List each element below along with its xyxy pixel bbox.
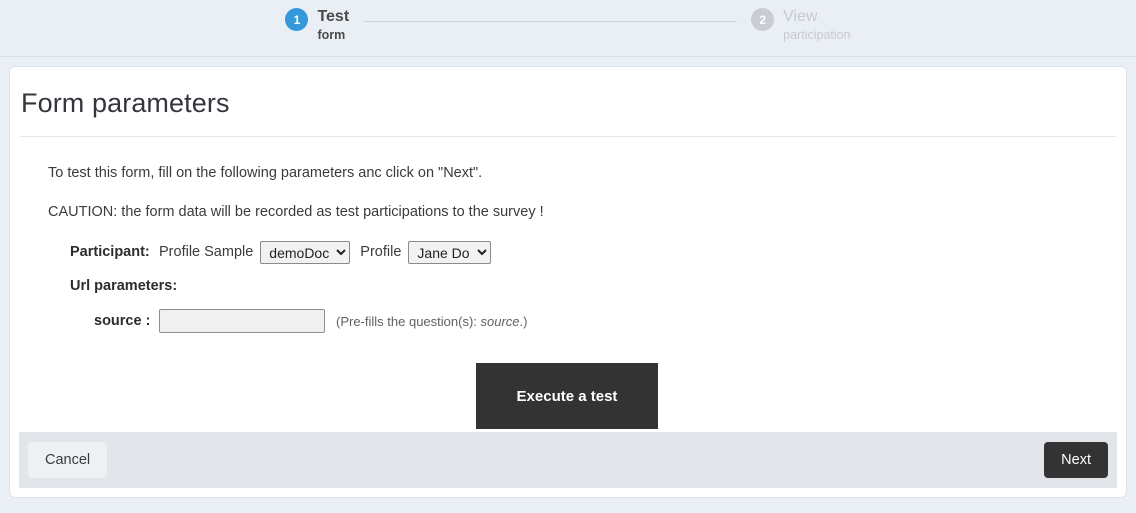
page-title: Form parameters <box>21 88 230 118</box>
execute-button-wrap: Execute a test <box>48 363 1126 429</box>
step-number-badge-1: 1 <box>285 8 309 31</box>
intro-text-caution: CAUTION: the form data will be recorded … <box>48 204 544 220</box>
step-subtitle-2: participation <box>783 28 851 42</box>
cancel-button[interactable]: Cancel <box>28 442 108 478</box>
card-footer: Cancel Next <box>19 432 1117 488</box>
step-subtitle-1: form <box>317 28 346 42</box>
stepper-header: 1 Test form 2 View participation <box>0 0 1136 57</box>
source-input[interactable] <box>159 309 325 333</box>
step-number-badge-2: 2 <box>751 8 775 31</box>
step-item-view[interactable]: 2 View participation <box>751 0 851 44</box>
execute-test-button[interactable]: Execute a test <box>476 363 658 429</box>
profile-select[interactable]: Jane Doe <box>408 240 492 264</box>
profile-sample-label: Profile Sample <box>159 244 254 260</box>
source-label: source : <box>94 313 151 329</box>
url-parameters-label: Url parameters: <box>70 278 178 294</box>
profile-sample-select[interactable]: demoDoc <box>260 240 351 264</box>
stepper: 1 Test form 2 View participation <box>0 0 1136 56</box>
source-hint-prefix: (Pre-fills the question(s): <box>336 313 481 329</box>
stepper-connector-line <box>363 21 738 22</box>
card-body: To test this form, fill on the following… <box>10 137 1126 429</box>
participant-row: Participant: Profile Sample demoDoc Prof… <box>48 239 1126 265</box>
next-button[interactable]: Next <box>1044 442 1108 478</box>
step-label-group-1: Test form <box>317 7 349 44</box>
form-parameters-card: Form parameters To test this form, fill … <box>9 66 1127 498</box>
parameters-form: Participant: Profile Sample demoDoc Prof… <box>48 220 1126 429</box>
step-label-group-2: View participation <box>783 7 850 44</box>
profile-label: Profile <box>360 244 402 260</box>
source-hint-suffix: .) <box>519 313 528 329</box>
intro-text-primary: To test this form, fill on the following… <box>48 165 483 181</box>
url-parameters-row: Url parameters: <box>48 273 1126 299</box>
participant-label: Participant: <box>70 244 150 260</box>
source-row: source : (Pre-fills the question(s): sou… <box>48 308 1126 334</box>
step-title-2: View <box>783 8 818 25</box>
source-hint: (Pre-fills the question(s): source.) <box>336 314 527 329</box>
step-item-test[interactable]: 1 Test form <box>285 0 349 44</box>
step-title-1: Test <box>317 8 350 25</box>
source-hint-question-name: source <box>480 313 520 329</box>
